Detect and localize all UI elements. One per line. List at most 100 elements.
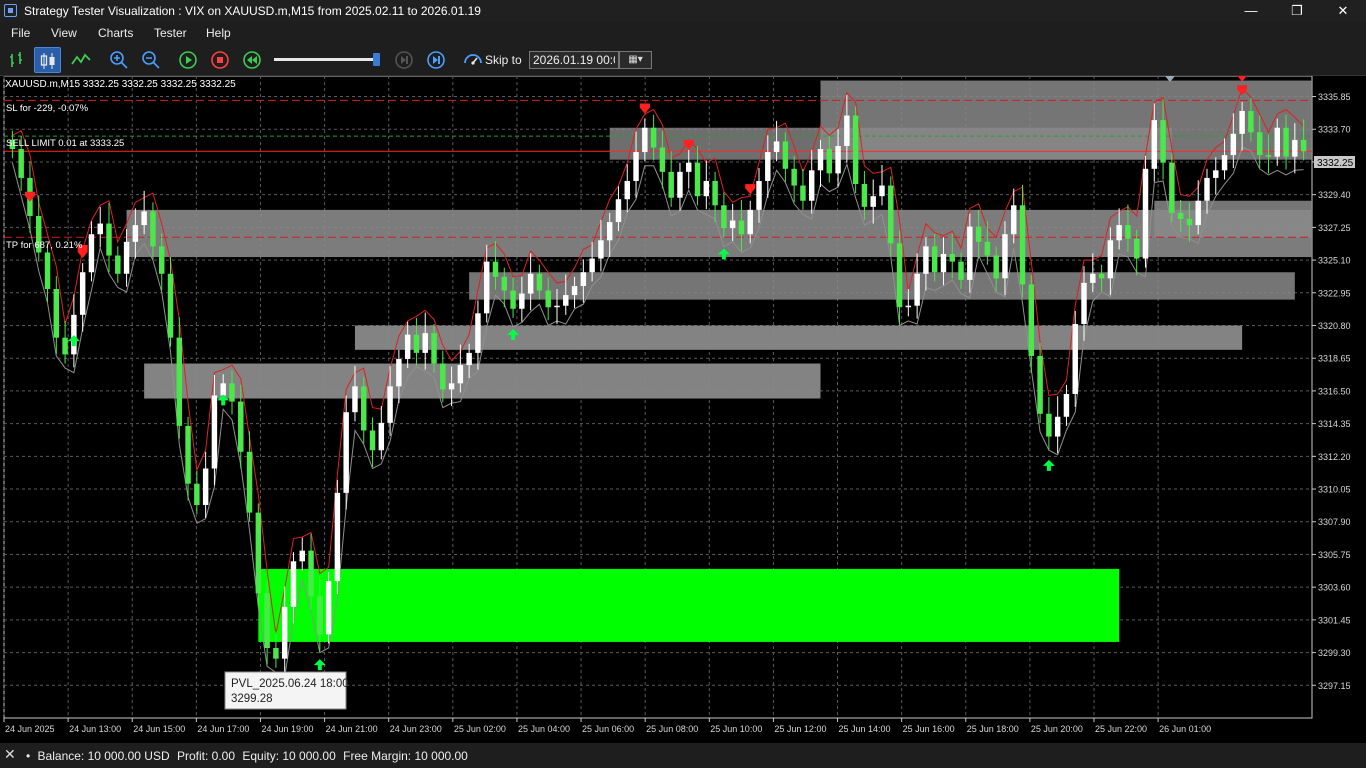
- x-tick-label: 24 Jun 2025: [5, 724, 55, 734]
- candle-body: [1213, 170, 1219, 178]
- candlestick-chart-icon[interactable]: [34, 47, 61, 73]
- equity: Equity: 10 000.00: [242, 749, 336, 763]
- candle-body: [246, 451, 253, 513]
- candle-body: [413, 334, 420, 353]
- candle-body: [176, 337, 183, 426]
- title-bar: Strategy Tester Visualization : VIX on X…: [0, 0, 1366, 22]
- y-tick-label: 3322.95: [1318, 288, 1351, 298]
- candle-body: [387, 386, 393, 423]
- profit: Profit: 0.00: [176, 749, 236, 763]
- zoom-out-icon[interactable]: [139, 48, 163, 72]
- y-tick-label: 3318.65: [1318, 354, 1351, 364]
- speed-slider-thumb[interactable]: [373, 53, 380, 66]
- candle-body: [202, 468, 209, 506]
- candle-body: [686, 162, 692, 172]
- menu-file[interactable]: File: [11, 26, 30, 40]
- candle-body: [325, 581, 332, 635]
- minimize-button[interactable]: —: [1228, 0, 1274, 22]
- candle-body: [677, 171, 683, 198]
- candle-body: [1037, 355, 1043, 414]
- stop-icon[interactable]: [208, 48, 232, 72]
- zone-rect: [258, 568, 1120, 642]
- menu-help[interactable]: Help: [206, 26, 231, 40]
- maximize-button[interactable]: ❐: [1274, 0, 1320, 22]
- bar-chart-icon[interactable]: [5, 48, 29, 72]
- candle-body: [53, 288, 60, 338]
- candle-body: [1204, 177, 1210, 201]
- candle-body: [88, 234, 95, 273]
- candle-body: [650, 127, 657, 148]
- skip-to-date-input[interactable]: [529, 51, 619, 69]
- fast-forward-icon[interactable]: [424, 48, 448, 72]
- candle-body: [501, 276, 508, 291]
- candle-body: [896, 243, 903, 308]
- x-tick-label: 24 Jun 23:00: [390, 724, 442, 734]
- candle-body: [44, 252, 51, 289]
- candle-body: [545, 290, 551, 308]
- candle-body: [1019, 205, 1026, 285]
- zone-rect: [820, 80, 1312, 160]
- candle-body: [756, 180, 762, 210]
- candle-body: [1107, 240, 1114, 279]
- y-tick-label: 3325.10: [1318, 256, 1351, 266]
- candle-body: [580, 272, 587, 286]
- candle-body: [1081, 282, 1087, 324]
- x-tick-label: 25 Jun 14:00: [839, 724, 891, 734]
- speed-slider-track[interactable]: [274, 58, 379, 61]
- sell-arrow-icon: [24, 191, 35, 202]
- sl-label: SL for -229, -0.07%: [6, 103, 89, 114]
- candle-body: [97, 223, 103, 235]
- candle-body: [431, 333, 437, 364]
- candle-body: [1248, 110, 1254, 133]
- candle-body: [1090, 273, 1096, 283]
- candle-body: [606, 222, 613, 241]
- step-back-icon[interactable]: [392, 48, 416, 72]
- candle-body: [642, 127, 648, 153]
- free-margin: Free Margin: 10 000.00: [343, 749, 468, 763]
- buy-arrow-icon: [313, 659, 326, 671]
- menu-charts[interactable]: Charts: [98, 26, 133, 40]
- candle-body: [729, 220, 736, 229]
- x-tick-label: 24 Jun 21:00: [326, 724, 378, 734]
- candle-body: [1151, 120, 1158, 169]
- tooltip-value: 3299.28: [231, 693, 273, 705]
- candle-body: [1292, 139, 1298, 157]
- candle-body: [923, 246, 929, 274]
- candle-body: [615, 199, 622, 223]
- current-price-label: 3332.25: [1317, 158, 1354, 169]
- candle-body: [115, 255, 121, 274]
- close-button[interactable]: ✕: [1320, 0, 1366, 22]
- candle-body: [1125, 225, 1131, 239]
- skip-to-label: Skip to: [485, 53, 522, 67]
- candle-body: [905, 305, 912, 308]
- candle-body: [1116, 225, 1122, 241]
- candle-body: [1300, 139, 1307, 152]
- menu-view[interactable]: View: [51, 26, 77, 40]
- zoom-in-icon[interactable]: [107, 48, 131, 72]
- calendar-dropdown-button[interactable]: ▦▾: [619, 51, 652, 69]
- y-tick-label: 3312.20: [1318, 452, 1351, 462]
- candle-body: [1169, 162, 1175, 213]
- candle-body: [870, 196, 876, 207]
- candle-body: [299, 550, 305, 562]
- candle-body: [844, 115, 850, 146]
- sell-limit-label: SELL LIMIT 0.01 at 3333.25: [6, 138, 124, 149]
- candle-body: [167, 273, 174, 338]
- y-tick-label: 3335.85: [1318, 92, 1351, 102]
- line-chart-icon[interactable]: [69, 48, 93, 72]
- play-icon[interactable]: [176, 48, 200, 72]
- rewind-icon[interactable]: [240, 48, 264, 72]
- candle-body: [1142, 168, 1149, 259]
- skip-to-icon[interactable]: [461, 48, 485, 72]
- account-info: • Balance: 10 000.00 USD Profit: 0.00 Eq…: [26, 749, 468, 763]
- app-icon: [4, 4, 17, 17]
- candle-body: [334, 492, 341, 582]
- y-tick-label: 3327.25: [1318, 223, 1351, 233]
- menu-tester[interactable]: Tester: [154, 26, 187, 40]
- candle-body: [1046, 413, 1052, 437]
- candle-body: [852, 115, 859, 185]
- price-chart[interactable]: 3335.853333.703331.553329.403327.253325.…: [0, 76, 1366, 739]
- close-panel-icon[interactable]: ✕: [4, 746, 16, 763]
- y-tick-label: 3333.70: [1318, 125, 1351, 135]
- x-tick-label: 25 Jun 20:00: [1031, 724, 1083, 734]
